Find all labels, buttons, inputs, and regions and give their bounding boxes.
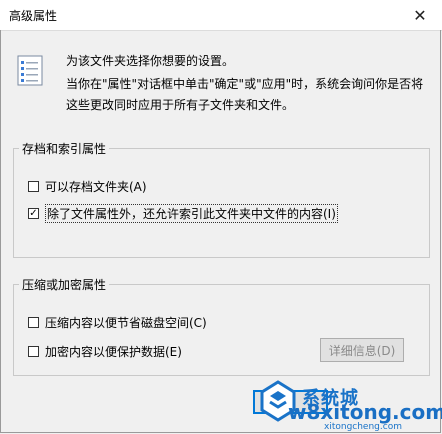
encrypt-checkbox[interactable] <box>28 346 39 357</box>
encrypt-checkbox-row[interactable]: 加密内容以便保护数据(E) <box>28 343 182 360</box>
close-icon[interactable]: ✕ <box>398 0 442 30</box>
watermark-subdomain: xitongcheng.com <box>324 422 402 432</box>
intro-description: 当你在"属性"对话框中单击"确定"或"应用"时，系统会询问你是否将这些更改同时应… <box>66 77 424 112</box>
compress-checkbox[interactable] <box>28 317 39 328</box>
archive-index-group <box>13 148 430 258</box>
properties-document-icon <box>17 55 43 86</box>
archive-label[interactable]: 可以存档文件夹(A) <box>45 178 147 195</box>
watermark-domain: w8xitong.com <box>288 400 442 424</box>
compress-label[interactable]: 压缩内容以便节省磁盘空间(C) <box>45 314 207 331</box>
archive-checkbox-row[interactable]: 可以存档文件夹(A) <box>28 178 147 195</box>
compress-encrypt-legend: 压缩或加密属性 <box>19 276 110 293</box>
intro-heading: 为该文件夹选择你想要的设置。 <box>66 54 235 68</box>
archive-index-legend: 存档和索引属性 <box>19 140 110 157</box>
index-label[interactable]: 除了文件属性外，还允许索引此文件夹中文件的内容(I) <box>45 204 338 223</box>
archive-checkbox[interactable] <box>28 181 39 192</box>
title-bar: 高级属性 ✕ <box>0 0 442 31</box>
site-watermark: 系统城 w8xitong.com xitongcheng.com <box>258 376 442 434</box>
encrypt-label[interactable]: 加密内容以便保护数据(E) <box>45 343 182 360</box>
details-button[interactable]: 详细信息(D) <box>320 338 404 362</box>
window-title: 高级属性 <box>9 9 58 23</box>
compress-checkbox-row[interactable]: 压缩内容以便节省磁盘空间(C) <box>28 314 207 331</box>
index-checkbox-row[interactable]: ✓ 除了文件属性外，还允许索引此文件夹中文件的内容(I) <box>28 204 338 223</box>
index-checkbox[interactable]: ✓ <box>28 208 39 219</box>
